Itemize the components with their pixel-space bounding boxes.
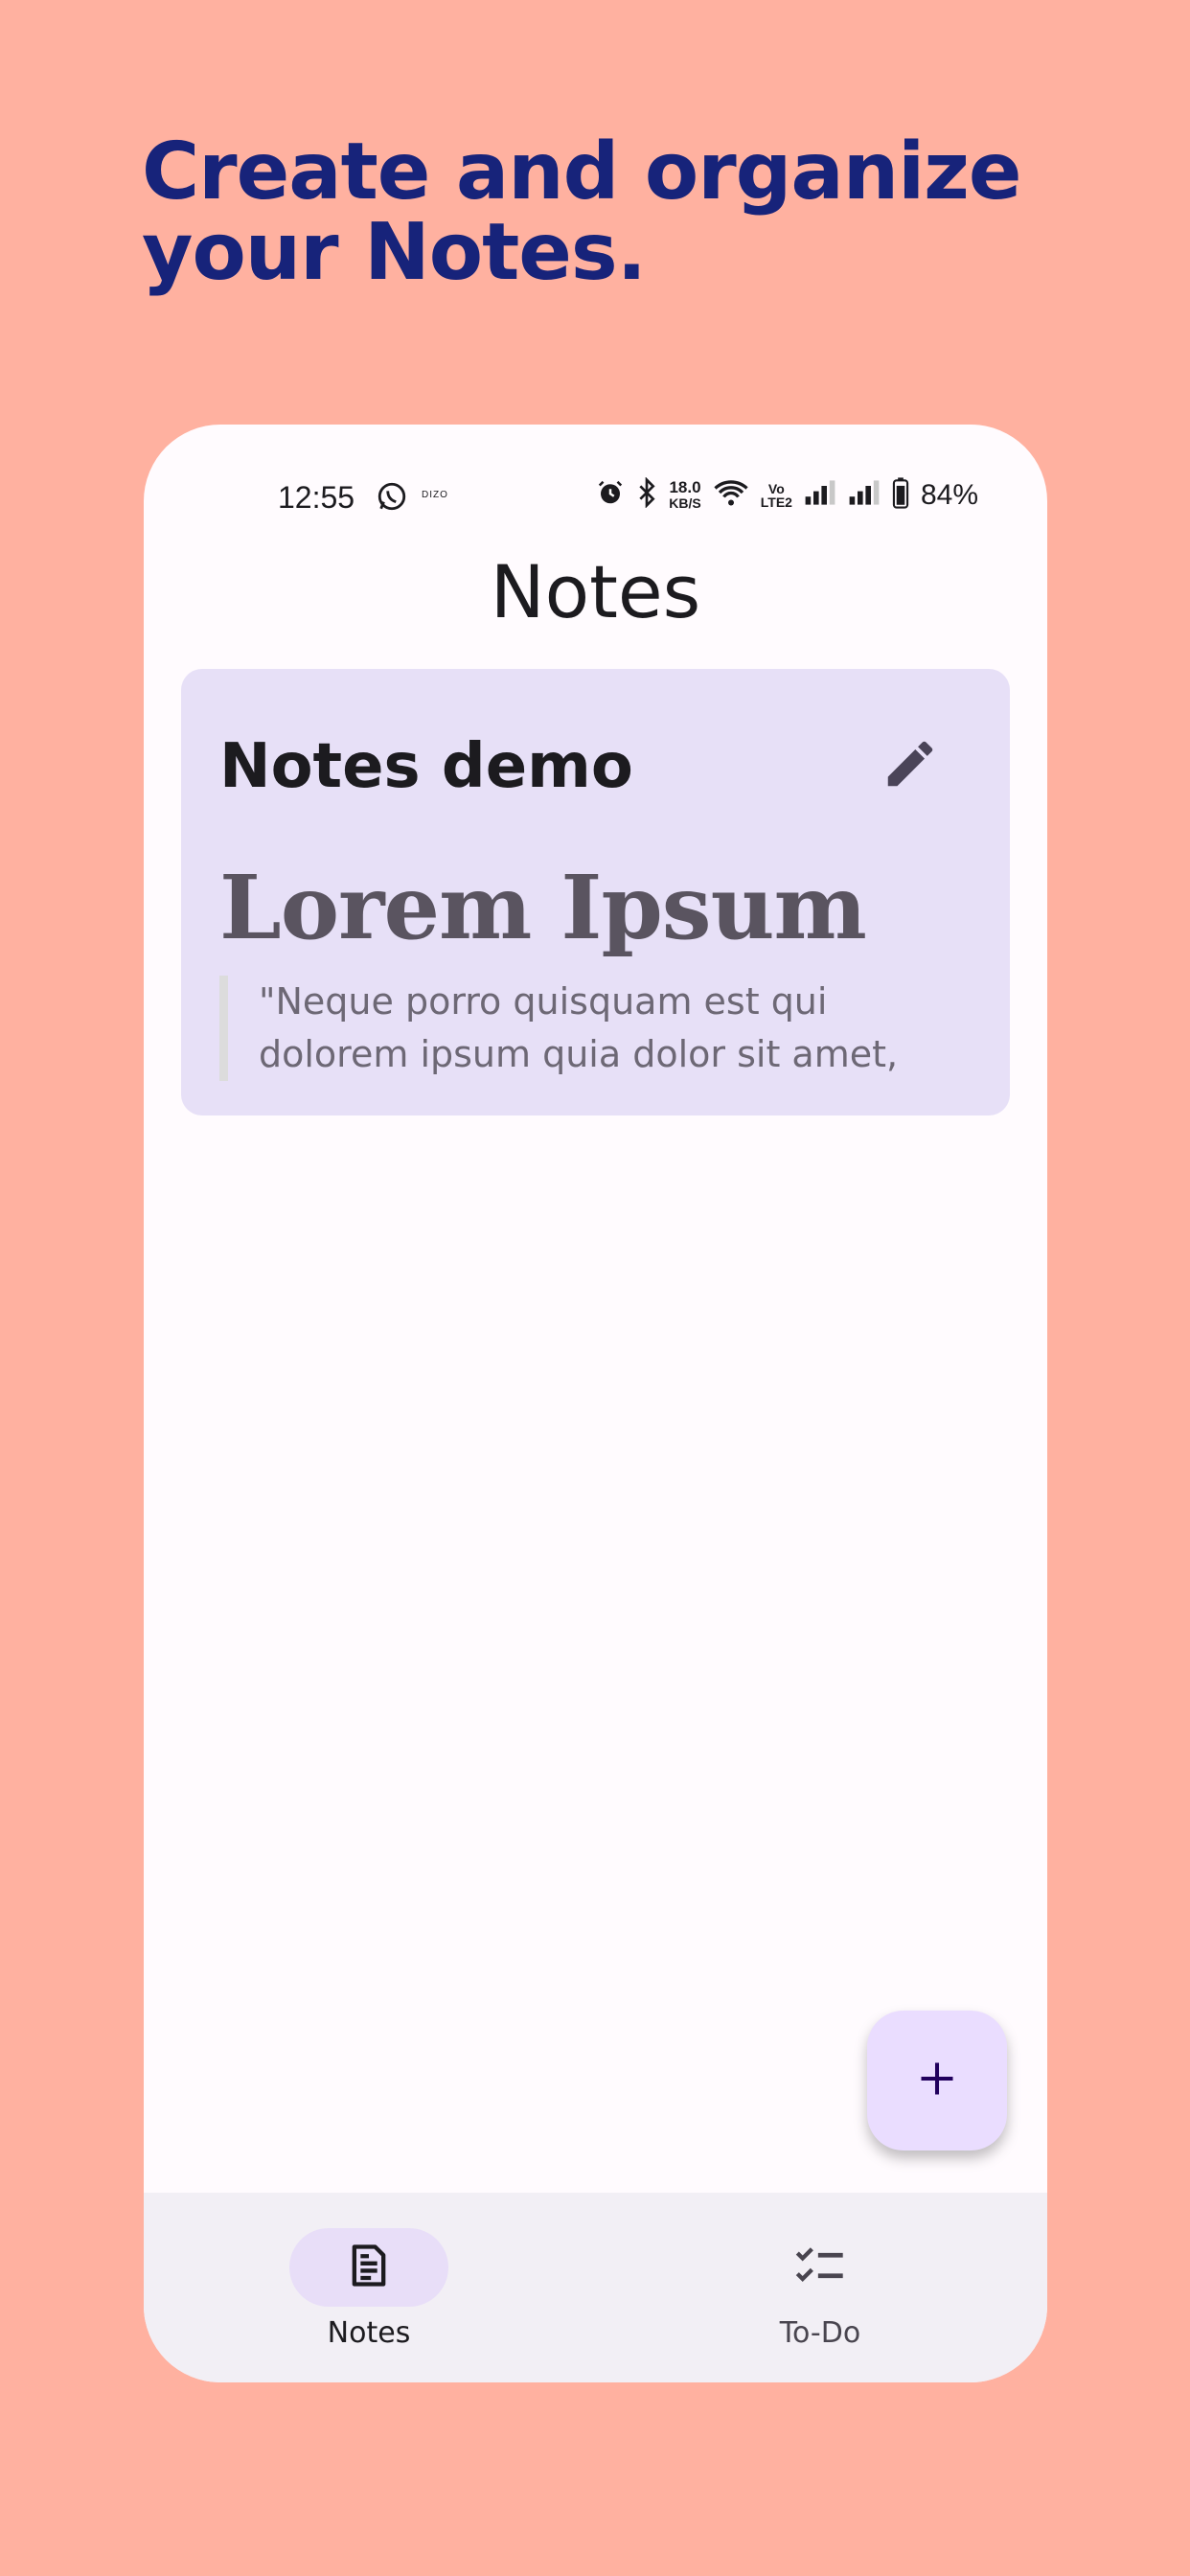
- dizo-icon: DIZO: [422, 490, 448, 500]
- note-heading: Lorem Ipsum: [219, 856, 867, 959]
- checklist-icon: [793, 2241, 847, 2295]
- alarm-icon: [596, 478, 625, 512]
- network-speed-value: 18.0: [669, 477, 701, 496]
- promo-headline: Create and organize your Notes.: [142, 132, 1100, 293]
- volte-icon: Vo LTE2: [761, 482, 792, 509]
- note-title: Notes demo: [219, 731, 633, 802]
- status-bar: 12:55 DIZO 18.0 KB/S Vo LTE2 84%: [144, 463, 1047, 540]
- status-icons: 18.0 KB/S Vo LTE2 84%: [596, 476, 978, 514]
- bottom-navigation: Notes To-Do: [144, 2193, 1047, 2382]
- edit-note-button[interactable]: [881, 734, 940, 794]
- network-speed: 18.0 KB/S: [669, 477, 701, 511]
- nav-active-indicator: [289, 2228, 448, 2307]
- app-title: Notes: [490, 549, 701, 634]
- whatsapp-icon: [376, 480, 408, 518]
- nav-label-todo: To-Do: [779, 2316, 861, 2350]
- promo-headline-line-2: your Notes.: [142, 207, 647, 298]
- status-time: 12:55: [278, 480, 355, 515]
- note-quote: "Neque porro quisquam est qui dolorem ip…: [219, 976, 1006, 1081]
- note-quote-line-2: dolorem ipsum quia dolor sit amet,: [259, 1033, 899, 1075]
- plus-icon: [916, 2058, 958, 2104]
- add-note-button[interactable]: [867, 2011, 1007, 2150]
- nav-item-notes[interactable]: Notes: [273, 2193, 465, 2350]
- nav-label-notes: Notes: [327, 2316, 411, 2350]
- pencil-icon: [881, 741, 940, 797]
- note-quote-line-1: "Neque porro quisquam est qui: [259, 980, 828, 1023]
- battery-percent: 84%: [920, 478, 978, 511]
- phone-screen: 12:55 DIZO 18.0 KB/S Vo LTE2 84% Notes N…: [144, 425, 1047, 2382]
- note-card[interactable]: Notes demo Lorem Ipsum "Neque porro quis…: [181, 669, 1010, 1116]
- signal-icon-2: [848, 479, 881, 511]
- note-icon: [344, 2241, 394, 2295]
- bluetooth-icon: [636, 476, 657, 513]
- nav-item-todo[interactable]: To-Do: [724, 2193, 916, 2350]
- wifi-icon: [713, 478, 749, 512]
- network-speed-unit: KB/S: [669, 494, 701, 511]
- battery-icon: [892, 476, 909, 514]
- nav-icon-container: [741, 2228, 900, 2307]
- signal-icon-1: [804, 479, 836, 511]
- promo-headline-line-1: Create and organize: [142, 126, 1022, 218]
- volte-bottom: LTE2: [760, 494, 792, 510]
